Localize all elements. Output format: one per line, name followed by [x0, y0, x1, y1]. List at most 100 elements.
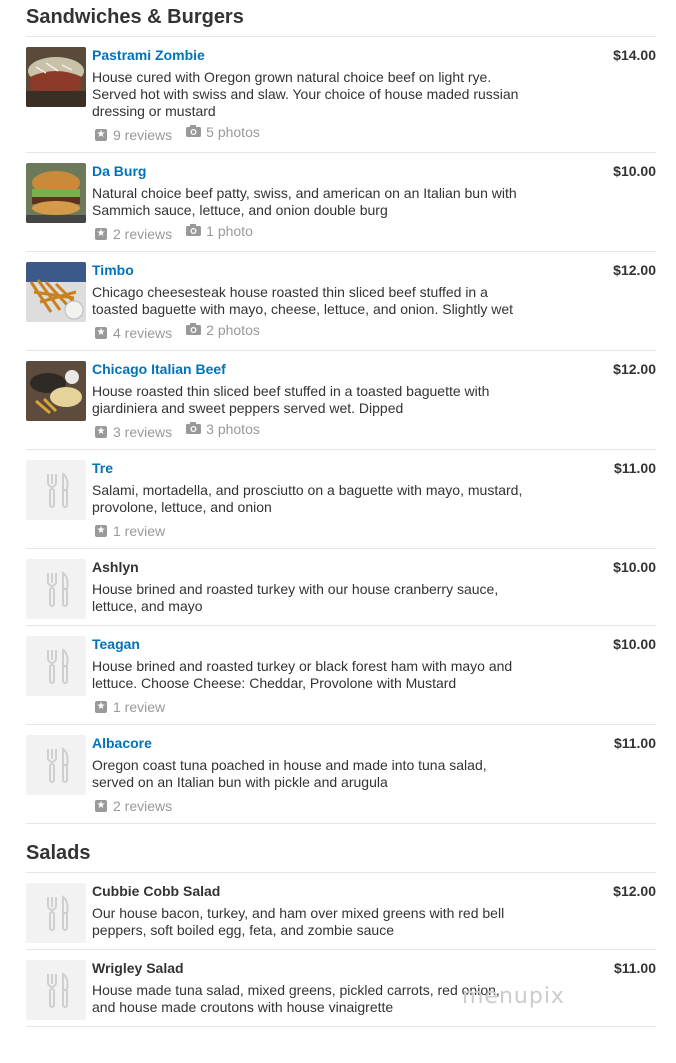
menu-item-albacore: Albacore Oregon coast tuna poached in hou… — [26, 725, 656, 824]
item-details: Da Burg Natural choice beef patty, swiss,… — [26, 153, 656, 251]
menu-item-tre: Tre Salami, mortadella, and prosciutto on… — [26, 450, 656, 549]
item-meta: ★ 3 reviews 3 photos — [92, 421, 526, 441]
reviews-link[interactable]: ★ 3 reviews — [95, 424, 172, 441]
reviews-link[interactable]: ★ 1 review — [95, 523, 165, 540]
watermark: menupix — [462, 984, 565, 1009]
item-description: Natural choice beef patty, swiss, and am… — [92, 185, 517, 218]
menu-item-timbo: Timbo Chicago cheesesteak house roasted t… — [26, 252, 656, 351]
item-price: $10.00 — [613, 559, 656, 575]
photos-link[interactable]: 2 photos — [186, 322, 260, 339]
star-icon: ★ — [95, 701, 107, 713]
item-name[interactable]: Da Burg — [92, 163, 526, 180]
item-name[interactable]: Timbo — [92, 262, 526, 279]
star-icon: ★ — [95, 426, 107, 438]
item-description: Chicago cheesesteak house roasted thin s… — [92, 284, 514, 317]
star-icon: ★ — [95, 228, 107, 240]
reviews-count: 4 reviews — [113, 324, 173, 341]
photos-count: 3 photos — [206, 421, 260, 437]
reviews-link[interactable]: ★ 4 reviews — [95, 325, 172, 342]
item-meta: ★ 9 reviews 5 photos — [92, 124, 526, 144]
dish-photo[interactable] — [26, 47, 86, 107]
section-title: Sandwiches & Burgers — [26, 6, 244, 28]
item-name[interactable]: Pastrami Zombie — [92, 47, 526, 64]
section-title: Salads — [26, 842, 91, 864]
item-name: Wrigley Salad — [92, 960, 184, 976]
menu-item-ashlyn: Ashlyn House brined and roasted turkey wi… — [26, 549, 656, 626]
reviews-count: 1 review — [113, 698, 166, 715]
item-name[interactable]: Albacore — [92, 735, 526, 752]
menu-item-cubbie-cobb-salad: Cubbie Cobb Salad Our house bacon, turkey… — [26, 873, 656, 950]
reviews-count: 9 reviews — [113, 126, 173, 143]
item-meta: ★ 1 review — [92, 520, 526, 540]
item-description: Salami, mortadella, and prosciutto on a … — [92, 482, 523, 515]
item-details: Ashlyn House brined and roasted turkey wi… — [26, 549, 656, 625]
item-description: Oregon coast tuna poached in house and m… — [92, 757, 487, 790]
camera-icon — [186, 223, 202, 240]
reviews-count: 2 reviews — [113, 797, 173, 814]
item-description: House cured with Oregon grown natural ch… — [92, 69, 519, 119]
item-meta: ★ 1 review — [92, 696, 526, 716]
item-price: $12.00 — [613, 262, 656, 278]
item-description: Our house bacon, turkey, and ham over mi… — [92, 905, 505, 938]
item-description: House made tuna salad, mixed greens, pic… — [92, 982, 500, 1015]
dish-photo[interactable] — [26, 361, 86, 421]
utensils-icon — [26, 636, 86, 696]
item-name[interactable]: Tre — [92, 460, 526, 477]
star-icon: ★ — [95, 800, 107, 812]
item-details: Albacore Oregon coast tuna poached in hou… — [26, 725, 656, 823]
reviews-count: 2 reviews — [113, 225, 173, 242]
photos-link[interactable]: 3 photos — [186, 421, 260, 438]
item-details: Cubbie Cobb Salad Our house bacon, turkey… — [26, 873, 656, 949]
item-price: $11.00 — [613, 960, 656, 976]
reviews-link[interactable]: ★ 9 reviews — [95, 127, 172, 144]
item-details: Chicago Italian Beef House roasted thin s… — [26, 351, 656, 449]
item-details: Teagan House brined and roasted turkey or… — [26, 626, 656, 724]
utensils-icon — [26, 960, 86, 1020]
reviews-link[interactable]: ★ 1 review — [95, 699, 165, 716]
camera-icon — [186, 322, 202, 339]
star-icon: ★ — [95, 327, 107, 339]
item-price: $12.00 — [613, 883, 656, 899]
item-price: $11.00 — [613, 460, 656, 476]
star-icon: ★ — [95, 525, 107, 537]
menu-item-pastrami-zombie: Pastrami Zombie House cured with Oregon g… — [26, 37, 656, 153]
dish-photo[interactable] — [26, 262, 86, 322]
photos-link[interactable]: 5 photos — [186, 124, 260, 141]
photos-count: 5 photos — [206, 124, 260, 140]
dish-photo[interactable] — [26, 163, 86, 223]
item-name[interactable]: Chicago Italian Beef — [92, 361, 526, 378]
reviews-count: 3 reviews — [113, 423, 173, 440]
menu-item-chicago-italian-beef: Chicago Italian Beef House roasted thin s… — [26, 351, 656, 450]
utensils-icon — [26, 460, 86, 520]
item-name[interactable]: Teagan — [92, 636, 526, 653]
item-meta: ★ 2 reviews 1 photo — [92, 223, 526, 243]
menu-item-teagan: Teagan House brined and roasted turkey or… — [26, 626, 656, 725]
reviews-count: 1 review — [113, 522, 166, 539]
reviews-link[interactable]: ★ 2 reviews — [95, 798, 172, 815]
item-description: House brined and roasted turkey or black… — [92, 658, 513, 691]
item-price: $14.00 — [613, 47, 656, 63]
item-description: House roasted thin sliced beef stuffed i… — [92, 383, 490, 416]
item-details: Timbo Chicago cheesesteak house roasted t… — [26, 252, 656, 350]
item-meta: ★ 2 reviews — [92, 795, 526, 815]
menu-page: Sandwiches & Burgers Pastrami Zombie House… — [0, 0, 676, 1027]
camera-icon — [186, 421, 202, 438]
utensils-icon — [26, 735, 86, 795]
camera-icon — [186, 124, 202, 141]
utensils-icon — [26, 883, 86, 943]
photos-count: 1 photo — [206, 223, 253, 239]
item-name: Cubbie Cobb Salad — [92, 883, 221, 899]
item-meta: ★ 4 reviews 2 photos — [92, 322, 526, 342]
item-description: House brined and roasted turkey with our… — [92, 581, 499, 614]
photos-link[interactable]: 1 photo — [186, 223, 253, 240]
reviews-link[interactable]: ★ 2 reviews — [95, 226, 172, 243]
item-price: $10.00 — [613, 163, 656, 179]
item-details: Tre Salami, mortadella, and prosciutto on… — [26, 450, 656, 548]
item-details: Pastrami Zombie House cured with Oregon g… — [26, 37, 656, 152]
utensils-icon — [26, 559, 86, 619]
item-price: $12.00 — [613, 361, 656, 377]
item-price: $10.00 — [613, 636, 656, 652]
photos-count: 2 photos — [206, 322, 260, 338]
item-price: $11.00 — [613, 735, 656, 751]
item-name: Ashlyn — [92, 559, 139, 575]
